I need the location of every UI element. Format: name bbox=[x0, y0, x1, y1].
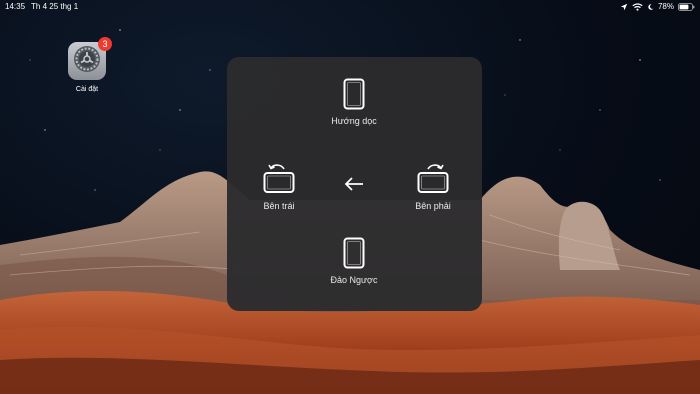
back-arrow-icon[interactable] bbox=[344, 177, 364, 196]
rotate-right-icon bbox=[416, 161, 450, 195]
rotate-screen-menu: Hướng dọc Bên trái Bên phải Đảo Ngược bbox=[227, 57, 482, 311]
upside-down-label: Đảo Ngược bbox=[330, 275, 378, 285]
location-icon bbox=[620, 3, 628, 11]
moon-icon bbox=[647, 3, 654, 11]
battery-percent: 78% bbox=[657, 2, 674, 11]
status-date: Th 4 25 thg 1 bbox=[31, 2, 79, 11]
status-bar: 14:35 Th 4 25 thg 1 78% bbox=[0, 0, 700, 14]
gear-icon bbox=[72, 44, 102, 79]
app-label: Cài đặt bbox=[75, 86, 99, 93]
notification-badge: 3 bbox=[98, 37, 112, 51]
ipad-upside-down-icon bbox=[343, 237, 365, 269]
rotate-left-label: Bên trái bbox=[263, 201, 295, 211]
rotate-right-button[interactable]: Bên phải bbox=[405, 161, 461, 211]
settings-app-icon[interactable]: 3 Cài đặt bbox=[67, 37, 112, 96]
upside-down-button[interactable]: Đảo Ngược bbox=[319, 237, 389, 285]
ipad-portrait-icon bbox=[343, 78, 365, 110]
rotate-left-button[interactable]: Bên trái bbox=[254, 161, 304, 211]
wifi-icon bbox=[632, 3, 643, 11]
portrait-label: Hướng dọc bbox=[331, 116, 377, 126]
rotate-left-icon bbox=[262, 161, 296, 195]
settings-app-tile[interactable]: 3 bbox=[68, 37, 112, 80]
status-time: 14:35 bbox=[5, 2, 26, 11]
rotate-right-label: Bên phải bbox=[415, 201, 451, 211]
portrait-button[interactable]: Hướng dọc bbox=[324, 78, 384, 126]
battery-icon bbox=[678, 3, 695, 11]
